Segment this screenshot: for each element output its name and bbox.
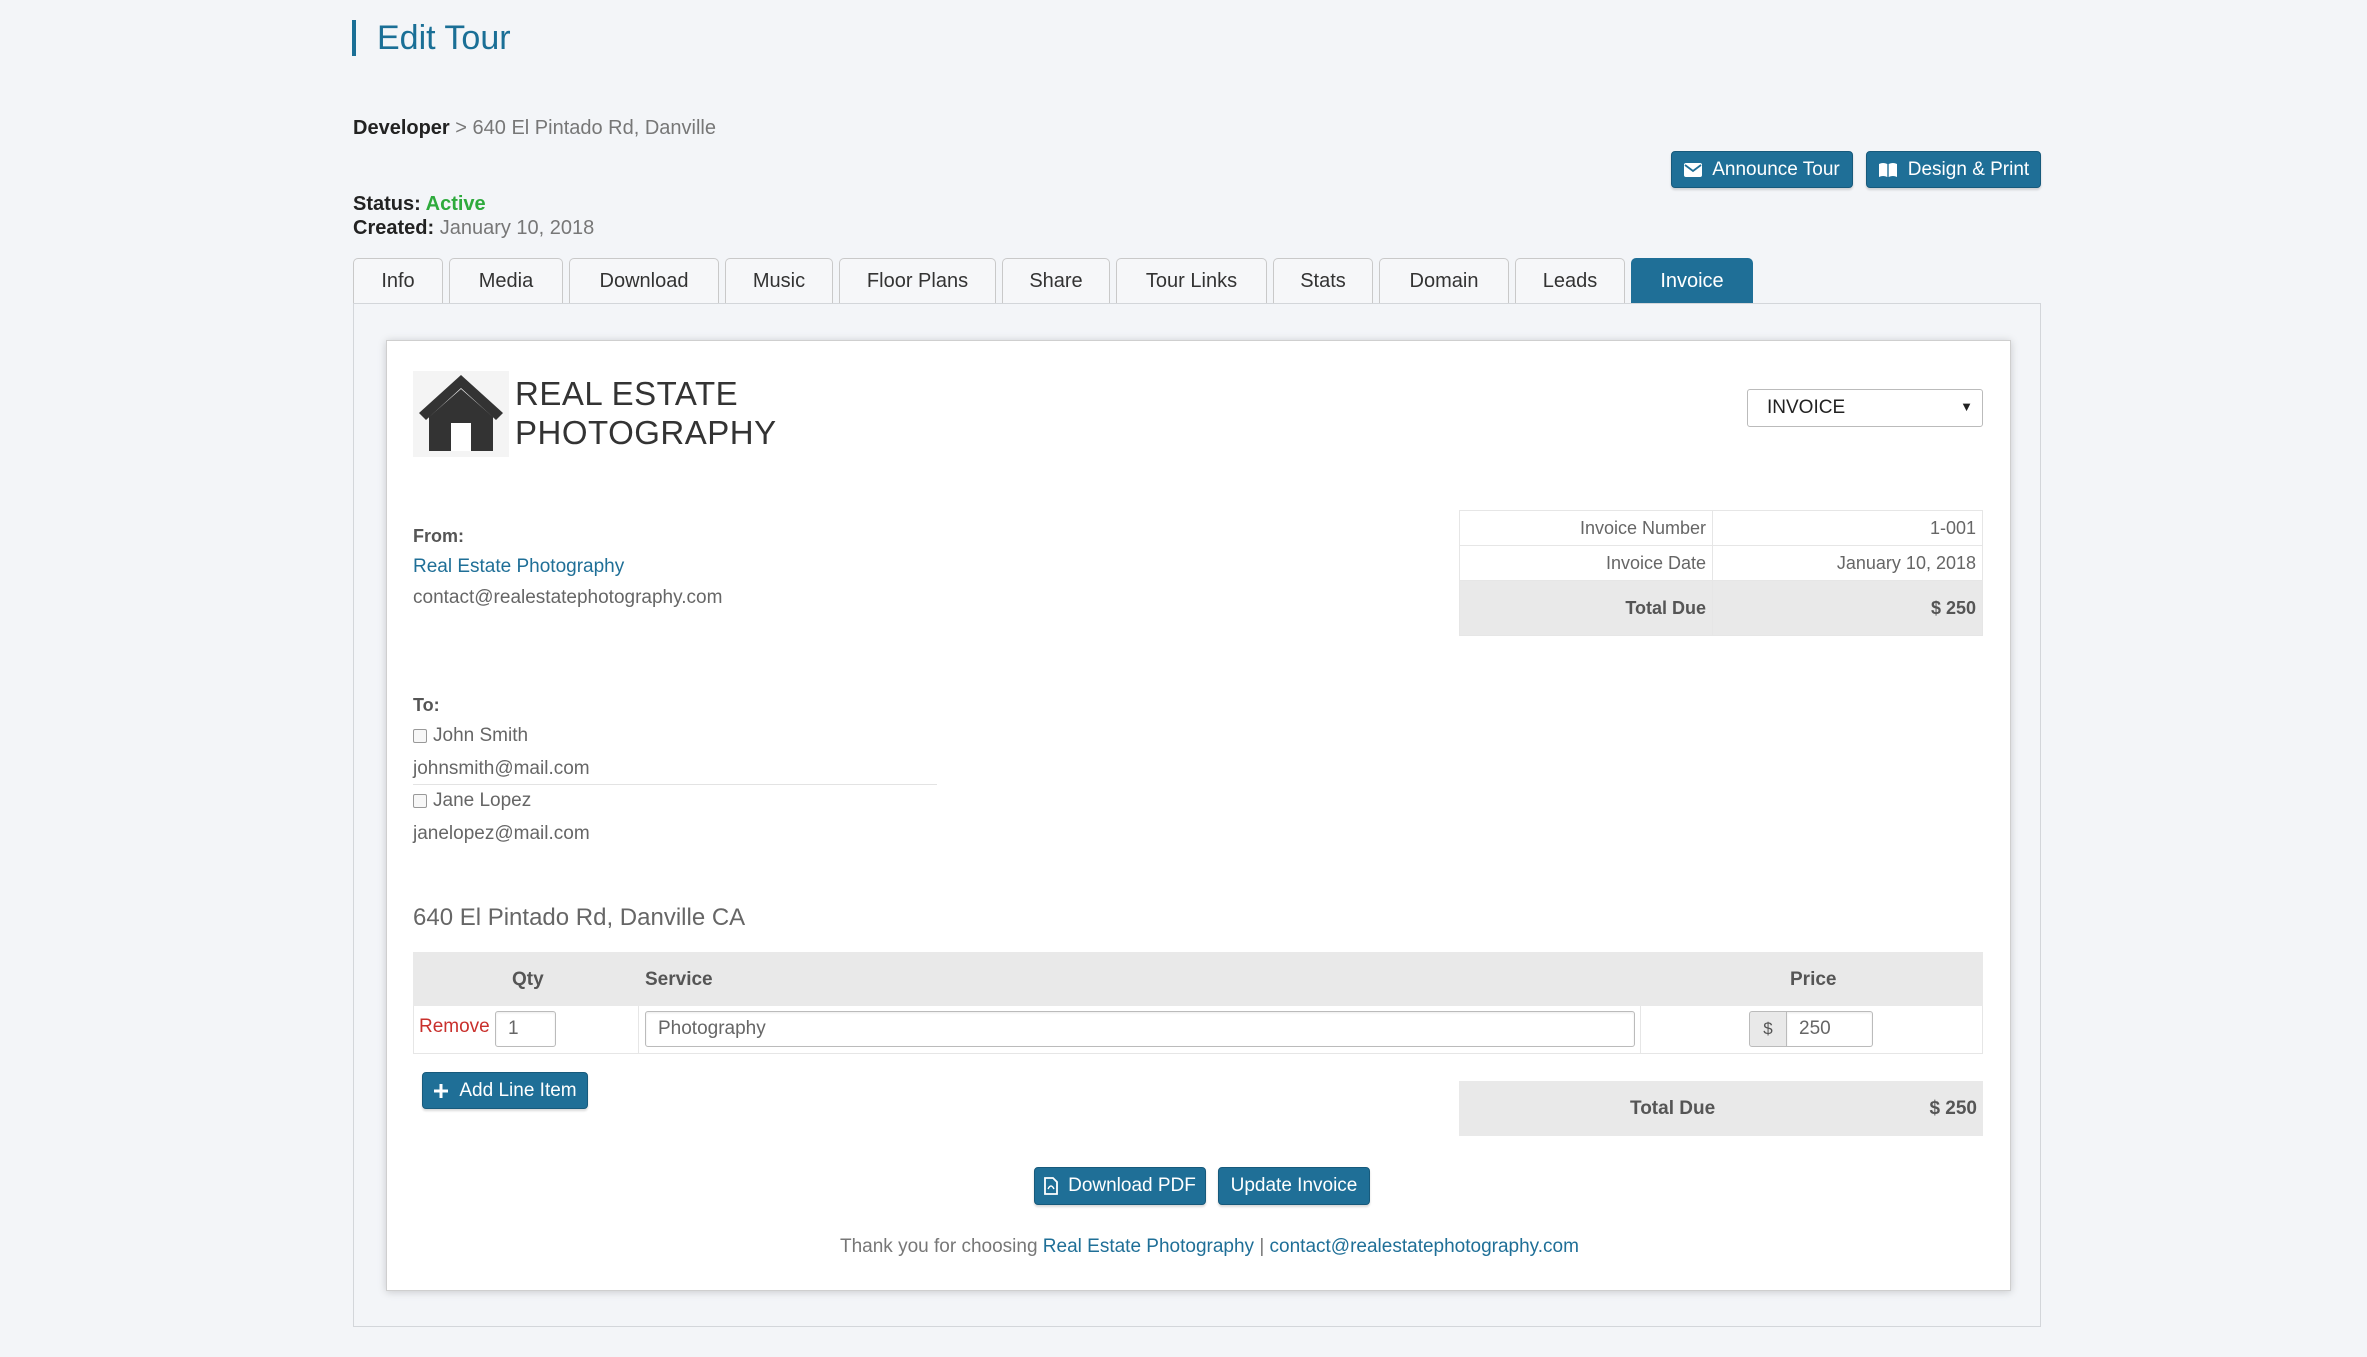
currency-addon: $ [1749,1011,1787,1047]
remove-line-item-link[interactable]: Remove [419,1016,490,1038]
document-type-select[interactable]: INVOICE ▼ [1747,389,1983,427]
tab-share[interactable]: Share [1002,258,1110,304]
tab-bar: Info Media Download Music Floor Plans Sh… [353,258,1759,304]
announce-tour-label: Announce Tour [1712,158,1840,180]
announce-tour-button[interactable]: Announce Tour [1671,151,1853,188]
recipient-item: Jane Lopez [413,790,531,812]
invoice-number-row: Invoice Number 1-001 [1459,510,1983,546]
created-label: Created: [353,217,435,239]
column-divider [1640,1006,1641,1054]
footer-email-link[interactable]: contact@realestatephotography.com [1270,1236,1579,1257]
invoice-meta-table: Invoice Number 1-001 Invoice Date Januar… [1459,510,1983,636]
add-line-item-label: Add Line Item [459,1079,577,1101]
column-divider [638,1006,639,1054]
tab-media[interactable]: Media [449,258,563,304]
logo-text: REAL ESTATE PHOTOGRAPHY [515,374,777,452]
invoice-number-value: 1-001 [1712,510,1983,546]
book-icon [1878,162,1897,177]
document-type-value: INVOICE [1767,397,1846,418]
recipient-checkbox[interactable] [413,794,427,808]
breadcrumb-current: 640 El Pintado Rd, Danville [472,117,716,139]
house-icon [413,371,509,457]
recipient-email: johnsmith@mail.com [413,758,590,779]
status-value: Active [425,193,486,215]
tab-stats[interactable]: Stats [1273,258,1373,304]
created-value: January 10, 2018 [439,217,595,239]
logo-line-1: REAL ESTATE [515,375,739,412]
recipient-email: janelopez@mail.com [413,823,590,844]
recipient-divider [413,784,937,785]
tab-leads[interactable]: Leads [1515,258,1625,304]
tab-invoice[interactable]: Invoice [1631,258,1753,304]
from-label: From: [413,526,464,546]
footer-prefix: Thank you for choosing [840,1236,1043,1257]
breadcrumb-separator: > [449,117,473,139]
price-input[interactable] [1787,1011,1873,1047]
created-line: Created: January 10, 2018 [353,217,594,240]
line-items-header: Qty Service Price [413,952,1983,1006]
from-email: contact@realestatephotography.com [413,587,723,608]
envelope-icon [1684,162,1703,177]
download-pdf-label: Download PDF [1068,1175,1196,1196]
footer-separator: | [1254,1236,1270,1257]
download-pdf-button[interactable]: Download PDF [1034,1167,1206,1205]
recipient-checkbox[interactable] [413,729,427,743]
update-invoice-button[interactable]: Update Invoice [1218,1167,1370,1205]
breadcrumb-root[interactable]: Developer [353,117,450,139]
property-address: 640 El Pintado Rd, Danville CA [413,904,746,931]
plus-icon [434,1083,449,1098]
chevron-down-icon: ▼ [1960,399,1973,414]
from-name-link[interactable]: Real Estate Photography [413,556,624,578]
tab-domain[interactable]: Domain [1379,258,1509,304]
status-line: Status: Active [353,193,486,216]
design-print-button[interactable]: Design & Print [1866,151,2041,188]
footer-company-link[interactable]: Real Estate Photography [1043,1236,1254,1257]
design-print-label: Design & Print [1907,158,2030,180]
recipient-item: John Smith [413,725,528,747]
invoice-date-row: Invoice Date January 10, 2018 [1459,545,1983,581]
footer-note: Thank you for choosing Real Estate Photo… [840,1236,1579,1258]
meta-total-label: Total Due [1459,580,1713,636]
price-input-group: $ [1749,1011,1873,1047]
invoice-card [386,340,2011,1291]
tab-download[interactable]: Download [569,258,719,304]
qty-column-header: Qty [512,969,544,990]
logo-line-2: PHOTOGRAPHY [515,414,777,451]
tab-music[interactable]: Music [725,258,833,304]
add-line-item-button[interactable]: Add Line Item [422,1072,588,1109]
tab-floor-plans[interactable]: Floor Plans [839,258,996,304]
total-due-label: Total Due [1630,1098,1716,1119]
invoice-date-value: January 10, 2018 [1712,545,1983,581]
breadcrumb: Developer > 640 El Pintado Rd, Danville [353,117,716,140]
file-pdf-icon [1044,1177,1059,1195]
recipient-name: Jane Lopez [433,790,532,811]
to-label: To: [413,695,440,715]
tab-info[interactable]: Info [353,258,443,304]
total-due-value: $ 250 [1929,1098,1977,1119]
invoice-date-label: Invoice Date [1459,545,1713,581]
tab-tour-links[interactable]: Tour Links [1116,258,1267,304]
page-title: Edit Tour [352,20,511,56]
recipient-name: John Smith [433,725,529,746]
status-label: Status: [353,193,421,215]
service-input[interactable] [645,1011,1635,1047]
invoice-number-label: Invoice Number [1459,510,1713,546]
total-due-box: Total Due $ 250 [1459,1081,1983,1136]
invoice-total-row: Total Due $ 250 [1459,580,1983,636]
service-column-header: Service [645,969,713,990]
qty-input[interactable] [495,1011,556,1047]
meta-total-value: $ 250 [1712,580,1983,636]
price-column-header: Price [1790,969,1837,990]
